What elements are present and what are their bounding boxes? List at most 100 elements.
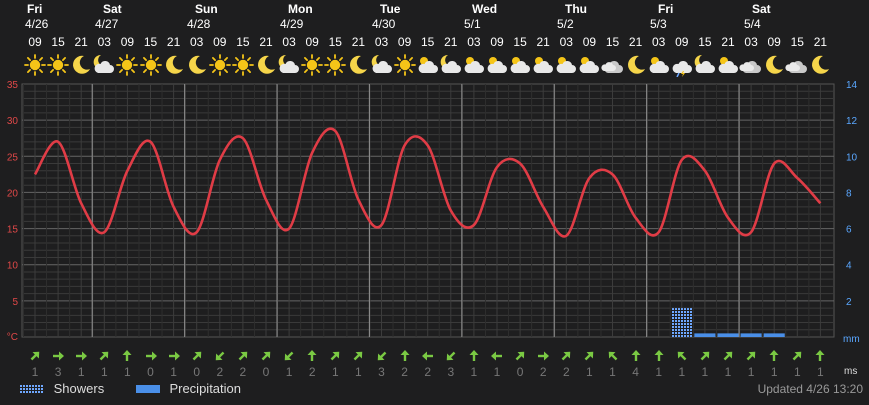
sun-icon [116,54,139,76]
wind-arrow-icon [631,350,641,361]
hour-label: 21 [259,35,273,49]
showers-bar [671,308,693,337]
date-label: 4/28 [187,17,211,31]
wind-speed: 1 [170,365,177,379]
wind-arrow-icon [238,351,248,361]
hour-label: 03 [374,35,389,49]
wind-cell: 2 [393,349,417,379]
wind-cell: 1 [346,349,370,379]
hour-label: 03 [467,35,481,49]
hour-label: 15 [513,35,527,49]
wind-arrow-icon [561,351,571,361]
left-axis-tick: 20 [7,188,19,199]
wind-arrow-icon [30,351,40,361]
hour-label: 15 [51,35,65,49]
precipitation-swatch [135,381,160,396]
right-axis-tick: 4 [846,261,852,272]
hour-label: 15 [236,35,250,49]
wind-arrow-icon [76,351,88,361]
wind-cell: 0 [508,349,532,379]
wind-cell: 3 [46,349,70,379]
left-axis-tick: 5 [12,297,18,308]
hour-label: 15 [605,35,620,49]
wind-speed: 1 [285,365,293,379]
wind-speed: 1 [124,365,131,379]
updated-timestamp: Updated 4/26 13:20 [757,382,863,396]
cloudy-icon [739,60,762,73]
wind-arrow-icon [654,350,664,361]
wind-arrow-icon [261,351,271,361]
hour-label: 15 [143,35,158,49]
wind-arrow-icon [192,351,201,361]
right-axis-tick: 8 [846,188,852,199]
wind-speed: 1 [586,365,593,379]
wind-speed: 0 [193,365,201,379]
wind-cell: 4 [624,349,648,379]
left-axis-tick: 15 [7,225,19,236]
hour-label: 03 [97,35,111,49]
wind-arrow-icon [377,351,386,361]
sun-icon [324,54,347,76]
day-label: Fri [27,2,43,16]
partly-cloudy-icon [533,57,554,73]
wind-arrow-icon [815,350,825,361]
right-axis-tick: 12 [846,116,858,127]
hour-label: 21 [536,35,550,49]
wind-speed: 1 [77,365,85,379]
wind-speed: 1 [100,365,108,379]
day-label: Mon [288,2,313,16]
wind-speed: 2 [401,365,408,379]
wind-arrow-icon [446,351,456,361]
wind-cell: 3 [370,349,394,379]
hour-label: 09 [213,35,227,49]
wind-arrow-icon [215,351,225,361]
wind-speed: 2 [216,365,224,379]
wind-arrow-icon [792,351,802,361]
hour-label: 09 [120,35,135,49]
partly-cloudy-moon-icon [694,54,715,73]
hour-label: 09 [397,35,412,49]
partly-cloudy-icon [487,57,507,73]
cloudy-icon [785,60,808,73]
partly-cloudy-icon [718,57,738,73]
wind-speed: 1 [31,365,39,379]
left-axis-unit: °C [7,332,18,343]
partly-cloudy-moon-icon [371,54,392,73]
wind-cell: 1 [162,349,186,379]
hour-label: 21 [721,35,735,49]
wind-cell: 2 [208,349,232,379]
wind-speed: 1 [817,365,824,379]
wind-cell: 1 [69,349,93,379]
wind-arrow-icon [400,350,410,361]
wind-cell: 0 [254,349,278,379]
wind-arrow-icon [99,351,109,361]
right-axis-tick: 10 [846,152,858,163]
day-label: Wed [472,2,498,16]
wind-arrow-icon [608,351,617,361]
day-label: Fri [658,2,674,16]
hour-label: 09 [582,35,597,49]
wind-speed: 2 [424,365,432,379]
wind-cell: 1 [716,349,740,379]
wind-speed: 2 [539,365,547,379]
partly-cloudy-icon [556,57,577,73]
hour-label: 03 [190,35,204,49]
cloudy-icon [600,60,623,73]
wind-cell: 1 [462,349,486,379]
wind-arrow-icon [700,351,710,361]
date-label: 5/4 [744,17,761,31]
wind-cell: 1 [739,349,763,379]
sun-icon [393,54,416,76]
day-label: Sat [752,2,771,16]
wind-cell: 1 [601,349,625,379]
hour-label: 15 [698,35,712,49]
wind-speed: 1 [701,365,709,379]
wind-cell: 2 [300,349,324,379]
wind-speed: 1 [793,365,801,379]
hour-label: 21 [74,35,88,49]
wind-cell: 2 [231,349,255,379]
partly-cloudy-moon-icon [278,54,300,73]
hour-label: 15 [790,35,804,49]
right-axis-tick: 2 [846,297,852,308]
wind-speed: 2 [562,365,570,379]
